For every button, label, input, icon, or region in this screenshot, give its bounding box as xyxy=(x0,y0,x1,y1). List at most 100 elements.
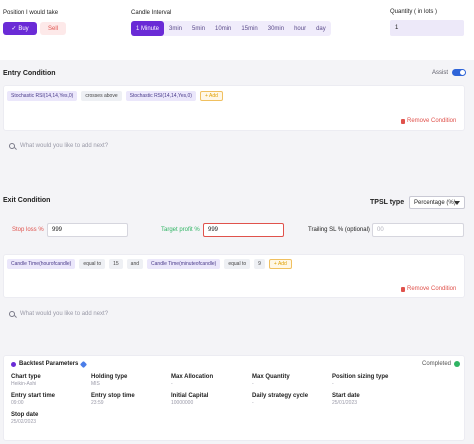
exit-indicator-minute[interactable]: Candle Time(minuteofcandle) xyxy=(147,259,221,269)
param-chart-type: Chart type Heikin-Ashi xyxy=(11,374,41,387)
param-daily-strategy-cycle: Daily strategy cycle - xyxy=(252,393,308,406)
exit-condition-row: Candle Time(hourofcandle) equal to 15 an… xyxy=(7,259,292,269)
param-holding-type: Holding type MIS xyxy=(91,374,127,387)
exit-operator-1[interactable]: equal to xyxy=(79,259,106,269)
param-value: 25/02/2023 xyxy=(11,419,37,425)
entry-remove-label: Remove Condition xyxy=(407,118,457,124)
interval-3min[interactable]: 3min xyxy=(164,21,187,36)
quantity-input[interactable]: 1 xyxy=(390,20,464,36)
entry-operator[interactable]: crosses above xyxy=(81,91,122,101)
backtest-parameters-title: Backtest Parameters xyxy=(19,361,79,367)
backtest-parameters-card xyxy=(3,355,465,441)
entry-indicator-right[interactable]: Stochastic RSI(14,14,Yes,0) xyxy=(125,91,196,101)
param-value: - xyxy=(252,400,254,406)
exit-remove-label: Remove Condition xyxy=(407,286,457,292)
param-stop-date: Stop date 25/02/2023 xyxy=(11,412,38,425)
exit-operator-2[interactable]: equal to xyxy=(224,259,251,269)
tpsl-type-select[interactable]: Percentage (%) xyxy=(409,196,465,209)
param-value: Heikin-Ashi xyxy=(11,381,37,387)
sell-button[interactable]: Sell xyxy=(40,22,66,35)
stop-loss-label: Stop loss % xyxy=(12,227,44,233)
param-value: 10000000 xyxy=(171,400,194,406)
param-value: - xyxy=(332,381,334,387)
quantity-label: Quantity ( in lots ) xyxy=(390,9,438,15)
param-key: Position sizing type xyxy=(332,374,389,380)
backtest-parameters-header: Backtest Parameters xyxy=(11,360,88,368)
interval-30min[interactable]: 30min xyxy=(263,21,289,36)
interval-5min[interactable]: 5min xyxy=(187,21,210,36)
trash-icon xyxy=(401,286,405,292)
param-key: Chart type xyxy=(11,374,41,380)
entry-add-button[interactable]: + Add xyxy=(199,91,223,101)
buy-button-label: Buy xyxy=(18,25,29,32)
param-initial-capital: Initial Capital 10000000 xyxy=(171,393,208,406)
buy-button[interactable]: ✓ Buy xyxy=(3,22,37,35)
assist-label: Assist xyxy=(432,69,449,76)
target-profit-input[interactable]: 999 xyxy=(203,223,284,237)
candle-interval-label: Candle Interval xyxy=(131,10,172,16)
exit-value-1[interactable]: 15 xyxy=(109,259,123,269)
interval-15min[interactable]: 15min xyxy=(236,21,262,36)
exit-value-2[interactable]: 9 xyxy=(254,259,265,269)
backtest-status-label: Completed xyxy=(422,361,452,367)
search-icon xyxy=(9,311,15,317)
param-value: 23:59 xyxy=(91,400,104,406)
exit-logic-and[interactable]: and xyxy=(126,259,144,269)
candle-interval-selector: 1 Minute 3min 5min 10min 15min 30min hou… xyxy=(131,21,331,36)
backtest-status: Completed xyxy=(422,361,461,367)
edit-icon[interactable] xyxy=(80,360,88,368)
exit-condition-title: Exit Condition xyxy=(3,197,51,204)
chevron-down-icon xyxy=(454,201,460,205)
exit-indicator-hour[interactable]: Candle Time(hourofcandle) xyxy=(7,259,76,269)
trash-icon xyxy=(401,118,405,124)
param-key: Max Quantity xyxy=(252,374,290,380)
interval-day[interactable]: day xyxy=(311,21,331,36)
param-key: Holding type xyxy=(91,374,128,380)
param-key: Max Allocation xyxy=(171,374,214,380)
interval-hour[interactable]: hour xyxy=(289,21,311,36)
search-icon xyxy=(9,143,15,149)
param-value: 25/01/2023 xyxy=(332,400,358,406)
param-key: Start date xyxy=(332,393,360,399)
check-icon: ✓ xyxy=(11,26,17,32)
trailing-sl-label: Trailing SL % (optional) xyxy=(308,227,370,233)
param-position-sizing-type: Position sizing type - xyxy=(332,374,388,387)
interval-1-minute[interactable]: 1 Minute xyxy=(131,21,165,36)
param-value: - xyxy=(171,381,173,387)
backtest-icon xyxy=(11,361,16,367)
position-label: Position I would take xyxy=(3,10,59,16)
interval-10min[interactable]: 10min xyxy=(210,21,236,36)
sell-button-label: Sell xyxy=(47,25,58,32)
exit-search-placeholder: What would you like to add next? xyxy=(20,311,109,317)
entry-condition-row: Stochastic RSI(14,14,Yes,0) crosses abov… xyxy=(7,91,223,101)
param-value: MIS xyxy=(91,381,100,387)
stop-loss-input[interactable]: 999 xyxy=(47,223,128,237)
exit-remove-condition-button[interactable]: Remove Condition xyxy=(401,286,456,292)
param-key: Daily strategy cycle xyxy=(252,393,309,399)
param-key: Initial Capital xyxy=(171,393,209,399)
tpsl-type-value: Percentage (%) xyxy=(414,199,456,206)
param-value: - xyxy=(252,381,254,387)
param-key: Stop date xyxy=(11,412,39,418)
exit-search[interactable]: What would you like to add next? xyxy=(9,311,108,317)
entry-condition-title: Entry Condition xyxy=(3,70,56,77)
param-entry-stop-time: Entry stop time 23:59 xyxy=(91,393,135,406)
param-start-date: Start date 25/01/2023 xyxy=(332,393,360,406)
param-max-allocation: Max Allocation - xyxy=(171,374,213,387)
entry-search[interactable]: What would you like to add next? xyxy=(9,143,108,149)
param-key: Entry stop time xyxy=(91,393,135,399)
entry-indicator-left[interactable]: Stochastic RSI(14,14,Yes,0) xyxy=(7,91,78,101)
entry-remove-condition-button[interactable]: Remove Condition xyxy=(401,118,456,124)
assist-toggle[interactable] xyxy=(452,69,467,76)
param-value: 09:00 xyxy=(11,400,24,406)
exit-add-button[interactable]: + Add xyxy=(268,259,292,269)
tpsl-type-label: TPSL type xyxy=(370,199,405,206)
param-entry-start-time: Entry start time 09:00 xyxy=(11,393,55,406)
check-circle-icon xyxy=(454,361,461,367)
param-max-quantity: Max Quantity - xyxy=(252,374,290,387)
trailing-sl-input[interactable]: 00 xyxy=(372,223,464,237)
assist-toggle-group: Assist xyxy=(432,69,467,76)
target-profit-label: Target profit % xyxy=(161,227,200,233)
param-key: Entry start time xyxy=(11,393,56,399)
entry-search-placeholder: What would you like to add next? xyxy=(20,143,109,149)
